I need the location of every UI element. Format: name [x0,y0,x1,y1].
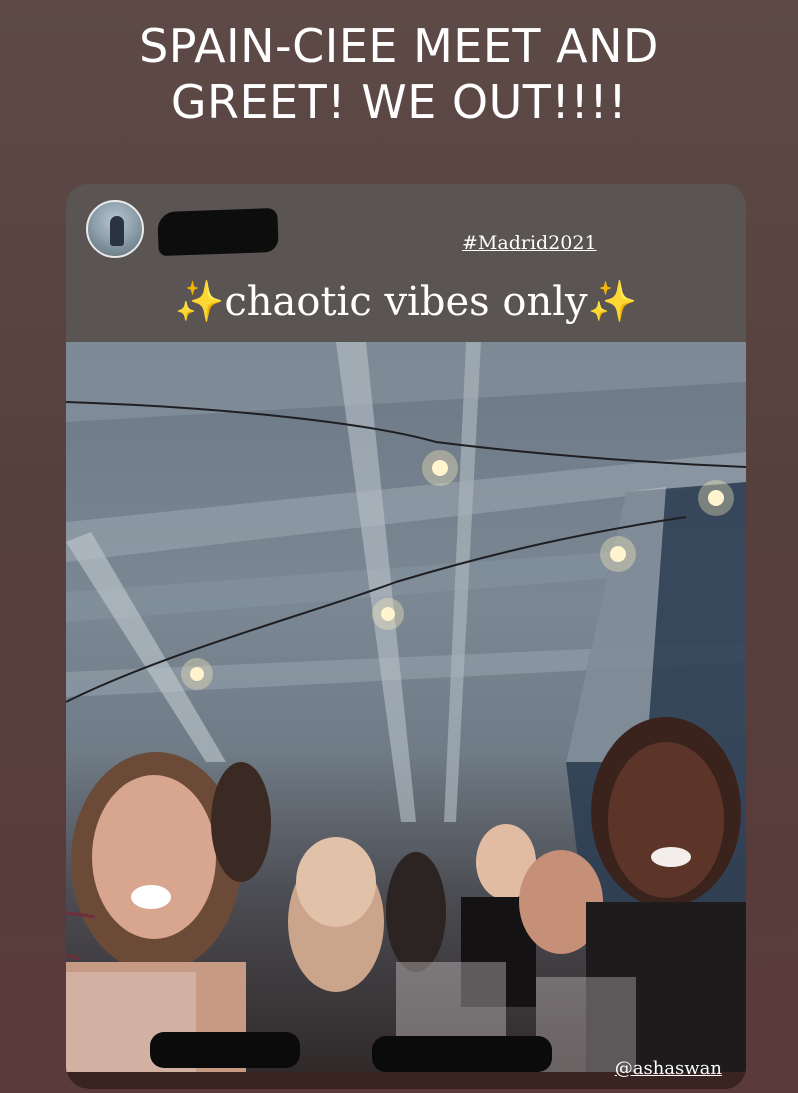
face-redaction-2 [372,1036,552,1072]
sparkles-icon-right: ✨ [587,279,638,325]
story-caption: SPAIN-CIEE MEET AND GREET! WE OUT!!!! [0,18,798,130]
mention-sticker[interactable]: @ashaswan [615,1058,722,1079]
caption-line-2: GREET! WE OUT!!!! [170,75,628,129]
repost-header: #Madrid2021 ✨chaotic vibes only✨ [66,184,746,342]
username-redaction [157,207,279,257]
reposted-story-card[interactable]: #Madrid2021 ✨chaotic vibes only✨ @ashasw… [66,184,746,1089]
avatar[interactable] [86,200,144,258]
face-redaction-1 [150,1032,300,1068]
caption-line-1: SPAIN-CIEE MEET AND [139,19,659,73]
vibes-text-sticker: ✨chaotic vibes only✨ [66,278,746,325]
group-photo: @ashaswan [66,342,746,1089]
scribble-mark [66,911,96,961]
sparkles-icon: ✨ [174,279,225,325]
vibes-label: chaotic vibes only [224,279,588,325]
hashtag-sticker[interactable]: #Madrid2021 [462,232,597,254]
group-photo-drawing [66,342,746,1089]
